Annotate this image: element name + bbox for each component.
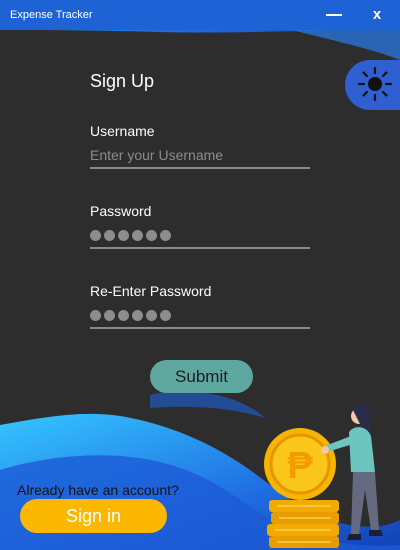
close-button[interactable]: x	[362, 3, 392, 27]
username-field-wrapper	[90, 143, 310, 169]
password-input[interactable]	[90, 223, 310, 249]
window-title: Expense Tracker	[10, 9, 93, 21]
password-mask	[90, 223, 310, 241]
sun-icon	[358, 67, 392, 101]
already-account-text: Already have an account?	[17, 482, 179, 498]
person-coins-illustration: ₱	[264, 404, 383, 548]
submit-button[interactable]: Submit	[150, 360, 253, 393]
password-label: Password	[90, 203, 152, 219]
username-input[interactable]	[90, 143, 310, 167]
svg-text:₱: ₱	[287, 445, 313, 487]
username-label: Username	[90, 123, 155, 139]
theme-toggle-button[interactable]	[345, 60, 400, 110]
title-bar: Expense Tracker x	[0, 0, 400, 30]
page-title: Sign Up	[90, 71, 155, 91]
reenter-password-input[interactable]	[90, 303, 310, 329]
signin-button[interactable]: Sign in	[20, 499, 167, 533]
minimize-button[interactable]	[318, 0, 350, 30]
reenter-password-mask	[90, 303, 310, 321]
reenter-password-label: Re-Enter Password	[90, 283, 212, 299]
